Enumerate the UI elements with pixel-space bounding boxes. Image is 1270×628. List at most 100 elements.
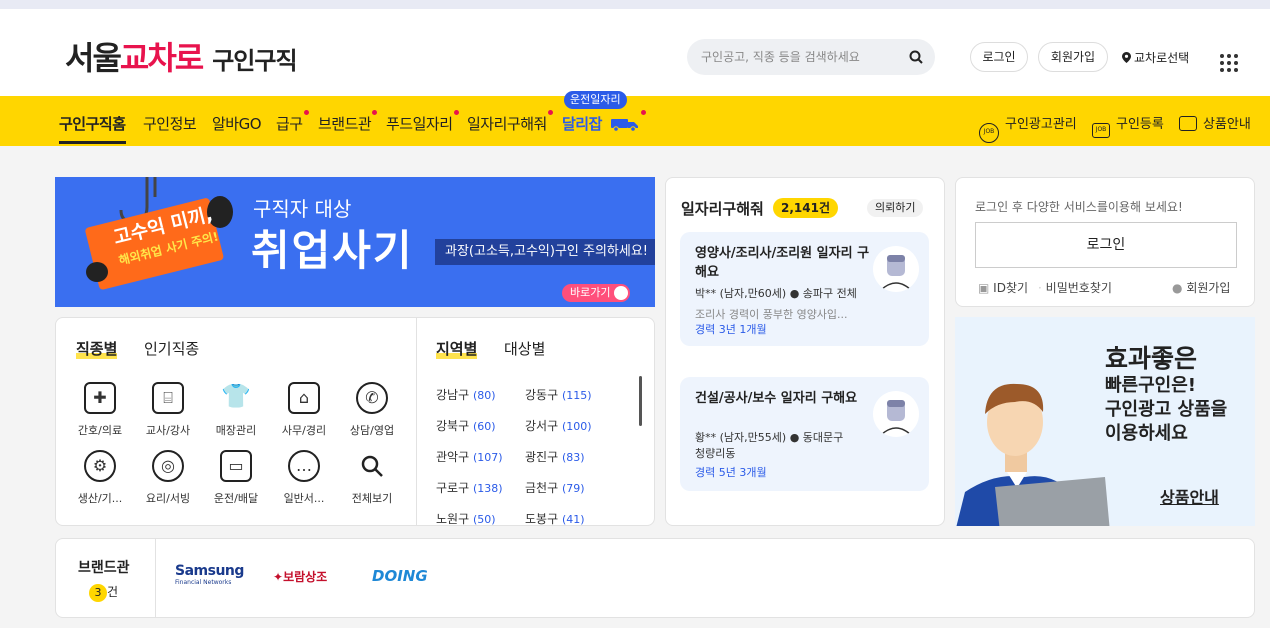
ad-line2: 빠른구인은! — [1105, 375, 1197, 396]
region-item[interactable]: 강서구 (100) — [525, 417, 592, 434]
region-name: 강북구 — [436, 419, 470, 433]
category-nursing[interactable]: ✚ 간호/의료 — [70, 382, 130, 438]
tab-popular-jobs[interactable]: 인기직종 — [144, 338, 199, 359]
search-icon[interactable] — [909, 39, 923, 78]
request-button[interactable]: 의뢰하기 — [867, 199, 924, 217]
region-select[interactable]: 교차로선택 — [1122, 49, 1189, 66]
nav-ad-manage[interactable]: JOB 구인광고관리 — [979, 113, 1077, 143]
nav-food[interactable]: 푸드일자리 — [386, 110, 459, 134]
category-label: 일반서... — [283, 492, 325, 505]
location-pin-icon: ● — [789, 431, 800, 444]
category-all[interactable]: 전체보기 — [342, 450, 402, 506]
ad-line3: 구인광고 상품을 — [1105, 399, 1228, 420]
find-id-link[interactable]: ▣ ID찾기 — [978, 279, 1028, 296]
first-aid-icon: ✚ — [84, 382, 116, 414]
truck-icon — [610, 119, 638, 132]
job-seekers-count: 2,141건 — [773, 198, 838, 218]
category-service[interactable]: … 일반서... — [274, 450, 334, 506]
job-register-icon: JOB — [1092, 123, 1110, 138]
category-label: 운전/배달 — [213, 492, 259, 505]
nav-home[interactable]: 구인구직홈 — [59, 113, 126, 144]
card-experience: 경력 5년 3개월 — [695, 466, 767, 479]
region-item[interactable]: 노원구 (50) — [436, 510, 496, 525]
menu-grid-icon[interactable] — [1220, 54, 1238, 72]
logo-sub: 구인구직 — [212, 47, 297, 75]
nav-find-job-label: 일자리구해줘 — [467, 115, 547, 133]
job-seeker-card[interactable]: 건설/공사/보수 일자리 구해요 황** (남자,만55세) ● 동대문구 청량… — [680, 377, 929, 491]
category-cooking[interactable]: ◎ 요리/서빙 — [138, 450, 198, 506]
category-office[interactable]: ⌂ 사무/경리 — [274, 382, 334, 438]
region-item[interactable]: 광진구 (83) — [525, 448, 585, 465]
samsung-subtext: Financial Networks — [175, 579, 232, 586]
header: 서울교차로 구인구직 구인공고, 직종 등을 검색하세요 로그인 회원가입 교차로… — [0, 9, 1270, 96]
region-name: 광진구 — [525, 450, 559, 464]
region-count: (41) — [561, 513, 585, 526]
top-strip — [0, 0, 1270, 9]
region-count: (83) — [561, 451, 585, 464]
brand-logo-boram[interactable]: ✦보람상조 — [273, 568, 327, 585]
region-name: 강동구 — [525, 388, 559, 402]
panel-login-button[interactable]: 로그인 — [975, 222, 1237, 268]
region-label: 교차로선택 — [1134, 51, 1190, 65]
brand-count-wrap: 3건 — [89, 583, 118, 602]
logo-prefix: 서울 — [65, 39, 122, 77]
tab-by-region[interactable]: 지역별 — [436, 338, 477, 359]
region-scrollbar[interactable] — [639, 376, 642, 426]
nav-albago[interactable]: 알바GO — [212, 113, 262, 134]
category-delivery[interactable]: ▭ 운전/배달 — [206, 450, 266, 506]
product-ad-banner[interactable]: 효과좋은 빠른구인은! 구인광고 상품을 이용하세요 상품안내 — [955, 317, 1255, 526]
brand-logo-doing[interactable]: DOING — [372, 567, 428, 585]
region-item[interactable]: 관악구 (107) — [436, 448, 503, 465]
region-item[interactable]: 구로구 (138) — [436, 479, 503, 496]
brand-count: 3 — [89, 584, 107, 602]
find-password-link[interactable]: · 비밀번호찾기 — [1038, 279, 1112, 296]
category-label: 교사/강사 — [145, 424, 191, 437]
category-production[interactable]: ⚙ 생산/기... — [70, 450, 130, 506]
search-input[interactable]: 구인공고, 직종 등을 검색하세요 — [687, 39, 935, 75]
nav-job-info[interactable]: 구인정보 — [143, 113, 197, 134]
nav-brand[interactable]: 브랜드관 — [318, 110, 378, 134]
nav-products-label: 상품안내 — [1203, 117, 1251, 132]
driving-jobs-badge: 운전일자리 — [564, 91, 627, 109]
region-item[interactable]: 강동구 (115) — [525, 386, 592, 403]
signup-label: 회원가입 — [1186, 281, 1231, 295]
nav-products[interactable]: 상품안내 — [1179, 113, 1251, 132]
banner-cta-label: 바로가기 — [570, 286, 611, 299]
signup-button[interactable]: 회원가입 — [1038, 42, 1108, 72]
region-name: 관악구 — [436, 450, 470, 464]
tab-by-target[interactable]: 대상별 — [504, 338, 545, 359]
avatar — [873, 246, 919, 292]
category-teacher[interactable]: ⌸ 교사/강사 — [138, 382, 198, 438]
region-item[interactable]: 강남구 (80) — [436, 386, 496, 403]
region-item[interactable]: 금천구 (79) — [525, 479, 585, 496]
ad-cta-link[interactable]: 상품안내 — [1160, 484, 1219, 508]
banner-title-big: 취업사기 — [251, 226, 414, 275]
card-person-info: 박** (남자,만60세) ● 송파구 전체 — [695, 285, 857, 301]
category-label: 매장관리 — [215, 424, 257, 437]
new-dot — [547, 110, 553, 115]
card-title: 건설/공사/보수 일자리 구해요 — [695, 391, 858, 406]
nav-register[interactable]: JOB 구인등록 — [1092, 113, 1164, 138]
category-sales[interactable]: ✆ 상담/영업 — [342, 382, 402, 438]
region-item[interactable]: 도봉구 (41) — [525, 510, 585, 526]
nav-urgent[interactable]: 급구 — [276, 110, 309, 134]
scam-warning-banner[interactable]: 고수익 미끼, 해외취업 사기 주의! 구직자 대상 취업사기 과장(고소득,고… — [55, 177, 655, 307]
region-name: 도봉구 — [525, 512, 559, 526]
category-store[interactable]: 👕 매장관리 — [206, 382, 266, 438]
region-count: (138) — [472, 482, 503, 495]
signup-link[interactable]: ● 회원가입 — [1172, 279, 1230, 296]
banner-cta-button[interactable]: 바로가기 — [562, 284, 630, 302]
site-logo[interactable]: 서울교차로 구인구직 — [65, 33, 298, 79]
login-button[interactable]: 로그인 — [970, 42, 1028, 72]
region-name: 강서구 — [525, 419, 559, 433]
nav-find-job[interactable]: 일자리구해줘 — [467, 110, 553, 134]
blackboard-icon: ⌸ — [152, 382, 184, 414]
category-label: 요리/서빙 — [145, 492, 191, 505]
job-seeker-card[interactable]: 영양사/조리사/조리원 일자리 구해요 박** (남자,만60세) ● 송파구 … — [680, 232, 929, 346]
tab-by-job[interactable]: 직종별 — [76, 338, 117, 359]
region-item[interactable]: 강북구 (60) — [436, 417, 496, 434]
category-label: 상담/영업 — [349, 424, 395, 437]
nav-dalijob[interactable]: 달리잡 — [562, 110, 646, 134]
brand-logo-samsung[interactable]: Samsung Financial Networks — [175, 563, 244, 586]
region-name: 강남구 — [436, 388, 470, 402]
